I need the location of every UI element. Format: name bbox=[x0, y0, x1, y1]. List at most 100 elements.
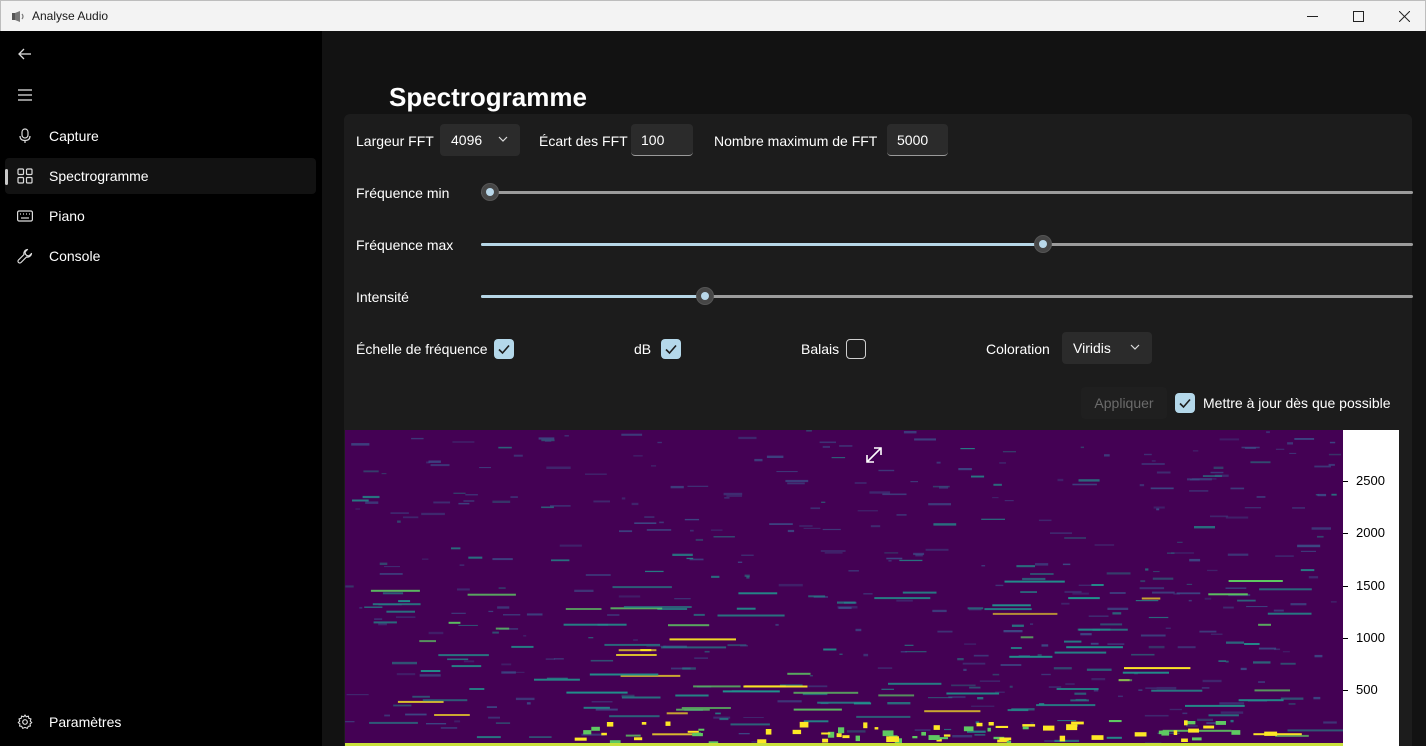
spectrogram-noise bbox=[944, 728, 952, 731]
spectrogram-noise bbox=[831, 457, 846, 459]
spectrogram-noise bbox=[1308, 576, 1319, 579]
spectrogram-energy bbox=[995, 725, 1009, 728]
spectrogram-noise bbox=[1210, 515, 1229, 518]
spectrogram-noise bbox=[463, 500, 475, 502]
spectrogram-harmonic bbox=[419, 640, 436, 643]
sidebar-item-capture[interactable]: Capture bbox=[5, 118, 316, 154]
spectrogram-harmonic bbox=[1208, 714, 1239, 717]
spectrogram-noise bbox=[878, 469, 895, 472]
spectrogram-noise bbox=[1204, 597, 1212, 600]
spectrogram-noise bbox=[495, 722, 511, 724]
spectrogram-noise bbox=[564, 435, 569, 437]
fft-gap-input[interactable]: 100 bbox=[631, 124, 693, 156]
spectrogram-noise bbox=[451, 612, 466, 614]
spectrogram-energy bbox=[821, 732, 831, 735]
maximize-button[interactable] bbox=[1335, 1, 1381, 31]
spectrogram-energy bbox=[921, 731, 926, 736]
apply-button[interactable]: Appliquer bbox=[1081, 387, 1167, 419]
spectrogram-noise bbox=[440, 727, 458, 729]
spectrogram-noise bbox=[1016, 565, 1035, 568]
spectrogram-noise bbox=[1300, 550, 1316, 552]
spectrogram-noise bbox=[1328, 453, 1341, 456]
spectrogram-noise bbox=[364, 606, 383, 608]
minimize-button[interactable] bbox=[1289, 1, 1335, 31]
spectrogram-noise bbox=[1151, 460, 1156, 462]
fft-width-combobox[interactable]: 4096 bbox=[440, 124, 520, 156]
sidebar-item-settings[interactable]: Paramètres bbox=[5, 704, 316, 740]
spectrogram-harmonic bbox=[669, 638, 736, 641]
fft-max-input[interactable]: 5000 bbox=[887, 124, 948, 156]
spectrogram-noise bbox=[1112, 612, 1122, 615]
spectrogram-harmonic bbox=[1066, 646, 1123, 649]
spectrogram-energy bbox=[1203, 725, 1215, 729]
spectrogram-harmonic bbox=[793, 691, 859, 694]
expand-icon[interactable] bbox=[863, 444, 885, 466]
freq-min-slider[interactable] bbox=[481, 182, 1413, 202]
spectrogram-canvas[interactable] bbox=[345, 430, 1343, 746]
spectrogram-noise bbox=[1225, 516, 1249, 519]
minimize-icon bbox=[1306, 15, 1318, 17]
freq-max-slider[interactable] bbox=[481, 234, 1413, 254]
spectrogram-harmonic bbox=[967, 607, 984, 610]
spectrogram-noise bbox=[1311, 527, 1331, 530]
spectrogram-noise bbox=[621, 497, 626, 500]
window-title: Analyse Audio bbox=[32, 9, 109, 23]
spectrogram-harmonic bbox=[1238, 699, 1284, 702]
spectrogram-noise bbox=[741, 554, 754, 556]
spectrogram-noise bbox=[960, 448, 975, 450]
spectrogram-noise bbox=[1165, 627, 1171, 629]
spectrogram-noise bbox=[1041, 644, 1049, 647]
close-button[interactable] bbox=[1381, 1, 1426, 31]
checkmark-icon bbox=[1179, 398, 1191, 409]
fft-width-value: 4096 bbox=[451, 132, 483, 148]
slider-thumb[interactable] bbox=[695, 287, 714, 305]
spectrogram-noise bbox=[1237, 599, 1256, 602]
spectrogram-harmonic bbox=[372, 603, 421, 606]
spectrogram-noise bbox=[806, 430, 812, 432]
coloring-combobox[interactable]: Viridis bbox=[1062, 332, 1152, 364]
sidebar-item-spectrogramme[interactable]: Spectrogramme bbox=[5, 158, 316, 194]
spectrogram-noise bbox=[1202, 475, 1222, 477]
spectrogram-noise bbox=[886, 557, 903, 560]
spectrogram-noise bbox=[479, 467, 491, 469]
spectrogram-noise bbox=[962, 662, 986, 665]
db-checkbox[interactable] bbox=[661, 339, 681, 359]
spectrogram-noise bbox=[974, 734, 986, 736]
spectrogram-noise bbox=[591, 701, 613, 703]
spectrogram-noise bbox=[724, 497, 730, 499]
spectrogram-noise bbox=[1323, 721, 1337, 724]
spectrogram-harmonic bbox=[1009, 655, 1053, 658]
spectrogram-noise bbox=[1062, 563, 1071, 566]
spectrogram-noise bbox=[447, 658, 469, 661]
spectrogram-energy bbox=[1066, 724, 1078, 731]
spectrogram-noise bbox=[1206, 722, 1217, 725]
freq-scale-checkbox[interactable] bbox=[494, 339, 514, 359]
spectrogram-energy bbox=[1192, 737, 1202, 741]
spectrogram-noise bbox=[1280, 662, 1296, 665]
sidebar-item-console[interactable]: Console bbox=[5, 238, 316, 274]
spectrogram-noise bbox=[1080, 633, 1092, 636]
spectrogram-noise bbox=[995, 584, 1004, 587]
chevron-down-icon bbox=[1130, 344, 1140, 350]
chevron-down-icon bbox=[498, 136, 508, 142]
spectrogram-harmonic bbox=[736, 607, 756, 610]
sweep-checkbox[interactable] bbox=[846, 339, 866, 359]
spectrogram-noise bbox=[869, 491, 891, 494]
auto-update-checkbox[interactable] bbox=[1175, 393, 1195, 413]
spectrogram-harmonic bbox=[382, 592, 404, 595]
spectrogram-noise bbox=[766, 455, 784, 458]
spectrogram-noise bbox=[1022, 577, 1046, 581]
spectrogram-noise bbox=[593, 500, 610, 503]
intensity-slider[interactable] bbox=[481, 286, 1413, 306]
slider-thumb[interactable] bbox=[481, 183, 500, 201]
slider-thumb[interactable] bbox=[1033, 235, 1052, 253]
spectrogram-noise bbox=[857, 510, 878, 512]
back-button[interactable] bbox=[14, 45, 36, 63]
hamburger-menu-button[interactable] bbox=[14, 85, 36, 105]
spectrogram-harmonic bbox=[676, 708, 710, 711]
spectrogram-harmonic bbox=[1258, 623, 1271, 626]
axis-tick-label: 1500 bbox=[1356, 578, 1385, 593]
spectrogram-energy bbox=[855, 735, 860, 742]
sidebar-item-piano[interactable]: Piano bbox=[5, 198, 316, 234]
spectrogram-harmonic bbox=[422, 699, 468, 702]
